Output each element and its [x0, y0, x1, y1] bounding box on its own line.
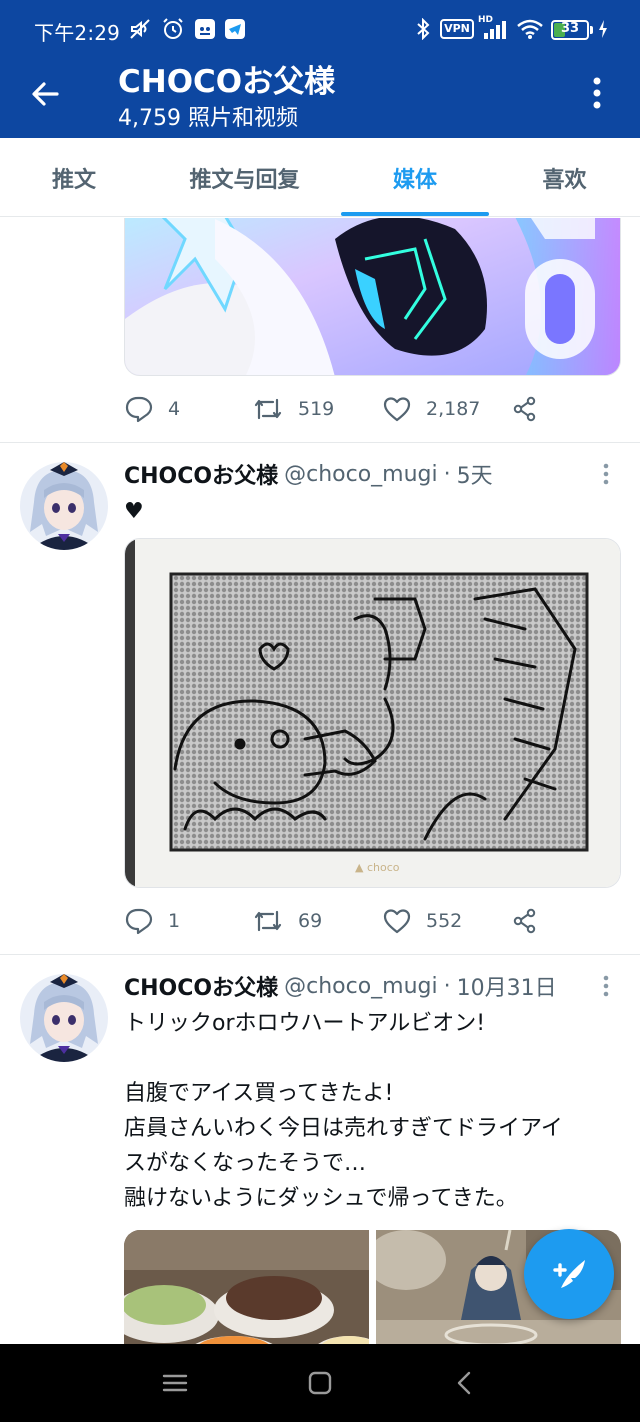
avatar[interactable]: [20, 462, 108, 550]
home-icon: [308, 1371, 332, 1395]
back-arrow-button[interactable]: [26, 74, 66, 114]
tab-tweets[interactable]: 推文: [0, 138, 148, 217]
active-tab-indicator: [341, 212, 489, 216]
like-count: 2,187: [426, 398, 481, 420]
hd-signal-icon: HD: [478, 15, 510, 41]
compose-icon: [553, 1260, 585, 1288]
telegram-icon: [223, 17, 247, 41]
tweet-text: トリックorホロウハートアルビオン! 自腹でアイス買ってきたよ! 店員さんいわく…: [124, 1006, 624, 1216]
back-icon: [457, 1371, 471, 1395]
display-name[interactable]: CHOCOお父様: [124, 970, 278, 1002]
battery-icon: 33: [551, 20, 589, 40]
tab-label: 推文与回复: [189, 167, 300, 193]
reply-count: 1: [168, 910, 181, 932]
reply-button[interactable]: 1: [124, 901, 180, 941]
app-notification-icon: [193, 17, 217, 41]
status-time: 下午2:29: [34, 21, 121, 45]
reply-icon: [125, 908, 153, 935]
tweet-text: ♥: [124, 499, 144, 524]
more-vertical-icon: [603, 463, 609, 485]
like-button[interactable]: 2,187: [382, 389, 480, 429]
media-count: 4,759 照片和视频: [118, 106, 298, 131]
display-name[interactable]: CHOCOお父様: [124, 458, 278, 490]
profile-tabs: 推文 推文与回复 媒体 喜欢: [0, 138, 640, 217]
tweet-text-line: [124, 1041, 624, 1076]
charging-icon: [596, 17, 610, 41]
alarm-icon: [160, 17, 186, 41]
user-handle[interactable]: @choco_mugi: [284, 462, 438, 487]
tweet-text-line: 店員さんいわく今日は売れすぎてドライアイ: [124, 1116, 563, 1141]
retweet-count: 519: [298, 398, 335, 420]
like-count: 552: [426, 910, 463, 932]
bluetooth-icon: [414, 17, 432, 41]
more-vertical-icon: [603, 975, 609, 997]
tweet-actions: 1 69 552: [124, 901, 624, 941]
more-options-button[interactable]: [580, 72, 614, 114]
tab-label: 媒体: [392, 167, 437, 193]
user-handle[interactable]: @choco_mugi: [284, 974, 438, 999]
profile-title: CHOCOお父様: [118, 64, 336, 100]
tweet-actions: 4 519 2,187: [124, 389, 624, 429]
share-icon: [513, 908, 536, 934]
like-button[interactable]: 552: [382, 901, 462, 941]
retweet-icon: [254, 398, 282, 420]
status-bar: 下午2:29 VPN HD 33: [0, 0, 640, 62]
avatar[interactable]: [20, 974, 108, 1062]
heart-icon: [383, 397, 411, 422]
menu-button[interactable]: [160, 1368, 190, 1398]
separator-dot: ·: [443, 973, 451, 999]
retweet-count: 69: [298, 910, 323, 932]
tab-label: 喜欢: [542, 167, 587, 193]
compose-tweet-button[interactable]: [524, 1229, 614, 1319]
battery-label: 33: [560, 21, 580, 36]
tweet-divider: [0, 954, 640, 955]
tweet-divider: [0, 442, 640, 443]
svg-text:▲ choco: ▲ choco: [355, 861, 400, 874]
share-button[interactable]: [510, 901, 554, 941]
tweet-feed[interactable]: 4 519 2,187 CHOCOお父様 @choco_mugi · 5天 ♥ …: [0, 218, 640, 1344]
more-vertical-icon: [593, 77, 601, 109]
tweet-time[interactable]: 10月31日: [457, 970, 557, 1002]
reply-button[interactable]: 4: [124, 389, 180, 429]
home-button[interactable]: [305, 1368, 335, 1398]
retweet-button[interactable]: 69: [252, 901, 322, 941]
separator-dot: ·: [443, 461, 451, 487]
reply-icon: [125, 396, 153, 423]
tweet-more-button[interactable]: [596, 971, 616, 1001]
heart-icon: [383, 909, 411, 934]
tweet-time[interactable]: 5天: [457, 458, 493, 490]
sketch-board-image[interactable]: ▲ choco: [124, 538, 621, 888]
tweet-header: CHOCOお父様 @choco_mugi · 5天: [124, 457, 594, 491]
vpn-icon: VPN: [440, 17, 474, 41]
tweet-text-line: 融けないようにダッシュで帰ってきた。: [124, 1186, 518, 1211]
tweet-header: CHOCOお父様 @choco_mugi · 10月31日: [124, 969, 594, 1003]
retweet-icon: [254, 910, 282, 932]
battery-tip: [590, 26, 593, 34]
tab-label: 推文: [51, 167, 96, 193]
anime-artwork-image[interactable]: [124, 218, 621, 376]
reply-count: 4: [168, 398, 181, 420]
back-button[interactable]: [450, 1368, 480, 1398]
tab-likes[interactable]: 喜欢: [489, 138, 640, 217]
wifi-icon: [515, 17, 545, 41]
menu-icon: [162, 1374, 188, 1392]
vpn-label: VPN: [440, 19, 474, 39]
tweet-text-line: 自腹でアイス買ってきたよ!: [124, 1081, 394, 1106]
tab-media[interactable]: 媒体: [341, 138, 489, 217]
mute-icon: [128, 17, 154, 41]
back-arrow-icon: [32, 82, 59, 106]
app-header: 下午2:29 VPN HD 33 CHOCOお父様 4,759 照片和视频: [0, 0, 640, 138]
retweet-button[interactable]: 519: [252, 389, 334, 429]
share-icon: [513, 396, 536, 422]
tweet-text-line: トリックorホロウハートアルビオン!: [124, 1011, 486, 1036]
share-button[interactable]: [510, 389, 554, 429]
ice-cream-photo[interactable]: [124, 1230, 369, 1344]
tweet-more-button[interactable]: [596, 459, 616, 489]
system-navigation-bar: [0, 1344, 640, 1422]
tab-tweets-and-replies[interactable]: 推文与回复: [148, 138, 341, 217]
tweet-text-line: スがなくなったそうで…: [124, 1151, 367, 1176]
hd-label: HD: [478, 15, 494, 25]
